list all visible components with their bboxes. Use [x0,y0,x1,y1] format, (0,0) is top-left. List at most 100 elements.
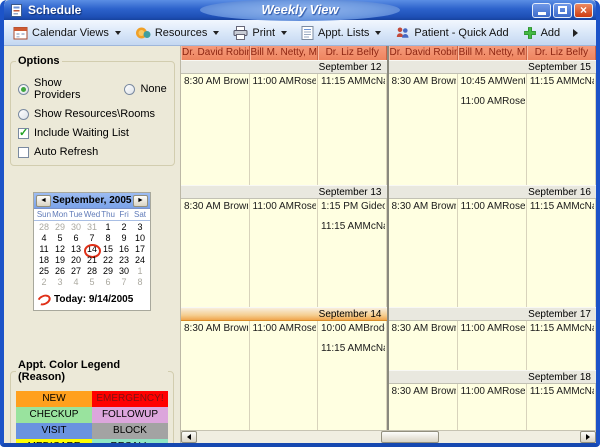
appointment-entry[interactable]: 11:15 AMMcNa... [530,386,594,397]
schedule-cell[interactable]: 11:00 AMRosen... [250,199,319,307]
calendar-day[interactable]: 23 [116,255,132,266]
provider-column-header[interactable]: Bill M. Netty, M.D. [250,46,319,60]
appointment-entry[interactable]: 11:00 AMRosen... [253,76,317,87]
schedule-cell[interactable]: 11:00 AMRosen... [250,74,319,185]
close-button[interactable]: × [574,3,593,18]
add-button[interactable]: Add [518,24,566,42]
calendar-day[interactable]: 28 [84,266,100,277]
schedule-cell[interactable]: 11:00 AMRosen... [250,321,319,430]
appt-lists-button[interactable]: Appt. Lists [296,24,386,42]
calendar-day[interactable]: 2 [116,222,132,233]
schedule-cell[interactable]: 11:00 AMRosen... [458,321,527,370]
provider-column-header[interactable]: Dr. David Robinson [389,46,458,60]
date-band[interactable]: September 17 [389,307,597,321]
appointment-entry[interactable]: 10:45 AMWentw... [461,76,525,87]
schedule-cell[interactable]: 8:30 AM Brown,... [181,74,250,185]
calendar-views-button[interactable]: Calendar Views [8,24,126,42]
calendar-day[interactable]: 4 [68,277,84,288]
calendar-day[interactable]: 20 [68,255,84,266]
calendar-day[interactable]: 4 [36,233,52,244]
schedule-cell[interactable]: 8:30 AM Brown,... [181,321,250,430]
appointment-entry[interactable]: 11:00 AMRosen... [461,323,525,334]
schedule-cell[interactable]: 1:15 PM Gideon... 11:15 AMMcNa... [318,199,387,307]
appointment-entry[interactable]: 8:30 AM Brown,... [392,386,456,397]
none-radio[interactable] [124,84,135,95]
calendar-day[interactable]: 24 [132,255,148,266]
calendar-day[interactable]: 18 [36,255,52,266]
appointment-entry[interactable]: 8:30 AM Brown,... [184,323,248,334]
schedule-cell[interactable]: 11:15 AMMcNa... [527,384,596,430]
date-band[interactable]: September 13 [181,185,387,199]
schedule-cell[interactable]: 8:30 AM Brown,... [389,74,458,185]
calendar-day[interactable]: 2 [36,277,52,288]
calendar-day[interactable]: 9 [116,233,132,244]
schedule-cell[interactable]: 11:00 AMRosen... [458,199,527,307]
schedule-cell[interactable]: 8:30 AM Brown,... [389,384,458,430]
provider-column-header[interactable]: Dr. Liz Belfy [318,46,387,60]
calendar-day[interactable]: 6 [100,277,116,288]
appointment-entry[interactable]: 8:30 AM Brown,... [392,76,456,87]
calendar-day[interactable]: 12 [52,244,68,255]
include-waiting-list-checkbox[interactable]: ✓ [18,128,29,139]
calendar-day[interactable]: 25 [36,266,52,277]
appointment-entry[interactable]: 11:00 AMRosen... [461,201,525,212]
provider-column-header[interactable]: Dr. David Robinson [181,46,250,60]
calendar-day[interactable]: 7 [84,233,100,244]
horizontal-scrollbar[interactable] [181,430,596,443]
calendar-day[interactable]: 31 [84,222,100,233]
appointment-entry[interactable]: 11:15 AMMcNa... [321,221,385,232]
calendar-next-button[interactable]: ► [133,195,148,207]
appointment-entry[interactable]: 11:00 AMRosen... [253,323,317,334]
date-band[interactable]: September 12 [181,60,387,74]
schedule-cell[interactable]: 11:15 AMMcNa... [527,74,596,185]
schedule-cell[interactable]: 11:15 AMMcNa... [527,199,596,307]
calendar-prev-button[interactable]: ◄ [36,195,51,207]
calendar-day[interactable]: 17 [132,244,148,255]
calendar-day[interactable]: 8 [132,277,148,288]
calendar-day[interactable]: 29 [100,266,116,277]
calendar-day[interactable]: 26 [52,266,68,277]
schedule-cell[interactable]: 11:15 AMMcNa... [527,321,596,370]
date-band[interactable]: September 15 [389,60,597,74]
appointment-entry[interactable]: 8:30 AM Brown,... [184,76,248,87]
minimize-button[interactable] [532,3,551,18]
calendar-day[interactable]: 1 [100,222,116,233]
date-band-today[interactable]: September 14 [181,307,387,321]
calendar-day-today[interactable]: 14 [84,244,100,255]
calendar-day[interactable]: 30 [68,222,84,233]
schedule-cell[interactable]: 10:45 AMWentw... 11:00 AMRosen... [458,74,527,185]
schedule-app-icon[interactable] [9,3,24,18]
auto-refresh-checkbox[interactable] [18,147,29,158]
maximize-button[interactable] [553,3,572,18]
show-providers-radio[interactable] [18,84,29,95]
calendar-day[interactable]: 3 [52,277,68,288]
calendar-day[interactable]: 11 [36,244,52,255]
calendar-day[interactable]: 19 [52,255,68,266]
provider-column-header[interactable]: Bill M. Netty, M.D. [458,46,527,60]
appointment-entry[interactable]: 11:15 AMMcNa... [530,323,594,334]
appointment-entry[interactable]: 11:00 AMRosen... [461,96,525,107]
appointment-entry[interactable]: 8:30 AM Brown,... [392,201,456,212]
calendar-day[interactable]: 3 [132,222,148,233]
appointment-entry[interactable]: 11:00 AMRosen... [253,201,317,212]
appointment-entry[interactable]: 1:15 PM Gideon... [321,201,385,212]
calendar-day[interactable]: 28 [36,222,52,233]
schedule-cell[interactable]: 11:15 AMMcNa... [318,74,387,185]
calendar-day[interactable]: 5 [84,277,100,288]
calendar-day[interactable]: 1 [132,266,148,277]
appointment-entry[interactable]: 10:00 AMBroderi... [321,323,385,334]
calendar-today-row[interactable]: Today: 9/14/2005 [34,290,150,310]
scroll-right-button[interactable] [580,431,596,443]
calendar-day[interactable]: 30 [116,266,132,277]
schedule-cell[interactable]: 8:30 AM Brown,... [389,199,458,307]
appointment-entry[interactable]: 11:15 AMMcNa... [321,343,385,354]
schedule-cell[interactable]: 11:00 AMRosen... [458,384,527,430]
calendar-day[interactable]: 7 [116,277,132,288]
appointment-entry[interactable]: 11:15 AMMcNa... [530,76,594,87]
calendar-day[interactable]: 21 [84,255,100,266]
calendar-day[interactable]: 13 [68,244,84,255]
calendar-day[interactable]: 8 [100,233,116,244]
scrollbar-thumb[interactable] [381,431,439,443]
calendar-day[interactable]: 16 [116,244,132,255]
appointment-entry[interactable]: 11:15 AMMcNa... [530,201,594,212]
